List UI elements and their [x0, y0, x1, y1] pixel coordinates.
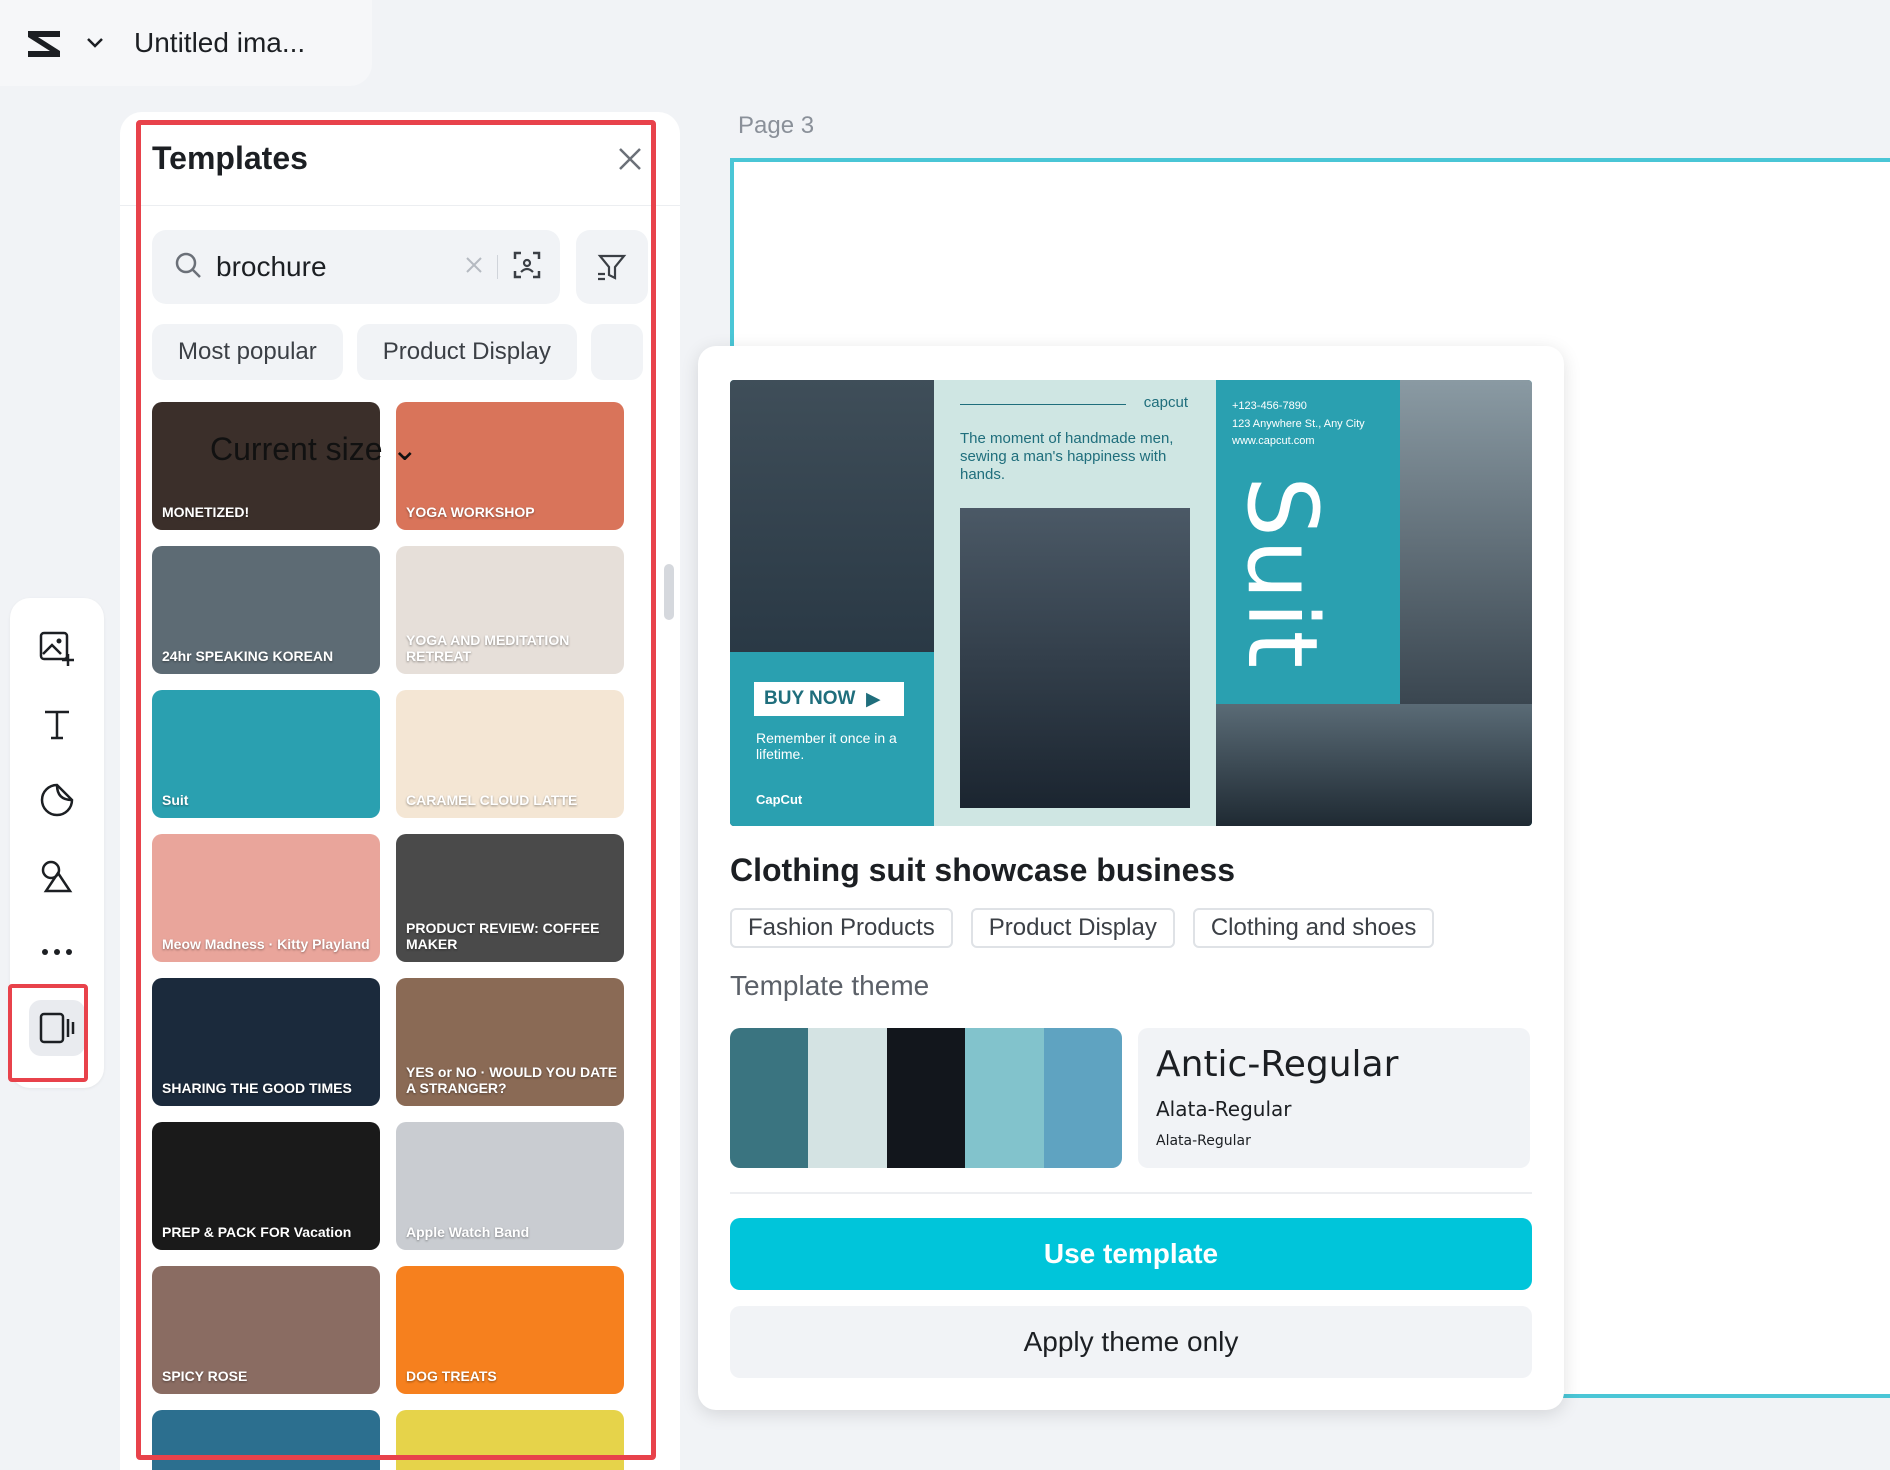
- theme-swatch: [730, 1028, 809, 1168]
- preview-tagline: The moment of handmade men, sewing a man…: [960, 430, 1174, 483]
- preview-rule: [960, 404, 1126, 405]
- template-thumbnail[interactable]: LUMINARY NEWEST · 20% · SALE: [396, 1410, 624, 1470]
- buy-now-text: BUY NOW: [764, 688, 856, 709]
- template-thumbnail[interactable]: YES or NO · WOULD YOU DATE A STRANGER?: [396, 978, 624, 1106]
- template-thumbnail-label: YOGA AND MEDITATION RETREAT: [406, 632, 570, 664]
- document-title[interactable]: Untitled ima...: [134, 27, 305, 59]
- template-thumbnail-label: SPICY ROSE: [162, 1367, 248, 1384]
- template-thumbnail-label: PREP & PACK FOR Vacation: [162, 1223, 352, 1240]
- template-title: Clothing suit showcase business: [730, 852, 1235, 888]
- theme-swatch: [965, 1028, 1044, 1168]
- panel-header: Templates: [120, 112, 680, 206]
- top-bar: Untitled ima...: [0, 0, 372, 86]
- tag-clothing-and-shoes[interactable]: Clothing and shoes: [1192, 908, 1435, 948]
- template-thumbnail-label: MONETIZED!: [162, 503, 250, 520]
- template-theme-label: Template theme: [730, 970, 930, 1001]
- template-thumbnail[interactable]: Apple Watch Band: [396, 1122, 624, 1250]
- contact-address: 123 Anywhere St., Any City: [1232, 417, 1365, 430]
- template-thumbnail[interactable]: DOG TREATS: [396, 1266, 624, 1394]
- theme-fonts[interactable]: Antic-Regular Alata-Regular Alata-Regula…: [1138, 1028, 1530, 1168]
- tag-product-display[interactable]: Product Display: [970, 908, 1175, 948]
- template-thumbnail[interactable]: Catch the lead: [152, 1410, 380, 1470]
- current-size-dropdown[interactable]: Current size ⌄: [210, 430, 418, 468]
- filter-icon[interactable]: [576, 230, 648, 304]
- template-preview-popover: BUY NOW ▶ Remember it once in a lifetime…: [698, 346, 1564, 1410]
- text-icon[interactable]: [29, 696, 85, 752]
- theme-swatch: [1043, 1028, 1122, 1168]
- theme-color-palette[interactable]: [730, 1028, 1122, 1168]
- template-thumbnail[interactable]: Meow Madness · Kitty Playland: [152, 834, 380, 962]
- separator: [497, 255, 498, 279]
- preview-suit-word: Suit: [1226, 476, 1338, 671]
- chip-product-display[interactable]: Product Display: [356, 324, 577, 380]
- search-value[interactable]: brochure: [216, 251, 465, 283]
- template-thumbnail[interactable]: Suit: [152, 690, 380, 818]
- template-thumbnail-label: Meow Madness · Kitty Playland: [162, 935, 370, 952]
- template-thumbnail-label: Apple Watch Band: [406, 1223, 530, 1240]
- template-thumbnail-label: YES or NO · WOULD YOU DATE A STRANGER?: [406, 1064, 618, 1096]
- preview-photo-4: [1216, 704, 1532, 826]
- template-thumbnail[interactable]: YOGA AND MEDITATION RETREAT: [396, 546, 624, 674]
- tag-fashion-products[interactable]: Fashion Products: [730, 908, 953, 948]
- use-template-button[interactable]: Use template: [730, 1218, 1532, 1290]
- panel-title: Templates: [152, 140, 308, 176]
- current-size-label: Current size: [210, 431, 383, 467]
- template-thumbnail-label: YOGA WORKSHOP: [406, 503, 535, 520]
- category-chips: Most popular Product Display: [152, 324, 652, 380]
- template-thumbnail[interactable]: PRODUCT REVIEW: COFFEE MAKER: [396, 834, 624, 962]
- template-preview-image: BUY NOW ▶ Remember it once in a lifetime…: [730, 380, 1532, 826]
- panel-scrollbar[interactable]: [664, 564, 674, 620]
- search-input[interactable]: brochure: [152, 230, 560, 304]
- template-thumbnail-label: DOG TREATS: [406, 1367, 497, 1384]
- left-toolbar: [10, 598, 104, 1088]
- chevron-down-icon[interactable]: [80, 28, 110, 58]
- template-thumbnail-label: PRODUCT REVIEW: COFFEE MAKER: [406, 920, 600, 952]
- font-secondary: Alata-Regular: [1156, 1097, 1292, 1121]
- divider: [730, 1192, 1532, 1194]
- preview-buy-now: BUY NOW ▶: [754, 682, 904, 716]
- preview-photo-3: [1400, 380, 1532, 704]
- template-thumbnail[interactable]: CARAMEL CLOUD LATTE: [396, 690, 624, 818]
- chip-most-popular[interactable]: Most popular: [152, 324, 343, 380]
- theme-swatch: [808, 1028, 887, 1168]
- preview-middle-panel: capcut The moment of handmade men, sewin…: [934, 380, 1216, 826]
- template-thumbnail[interactable]: SPICY ROSE: [152, 1266, 380, 1394]
- contact-web: www.capcut.com: [1232, 435, 1315, 448]
- search-icon: [174, 251, 202, 284]
- clear-icon[interactable]: [465, 256, 483, 279]
- add-image-icon[interactable]: [29, 620, 85, 676]
- page-label: Page 3: [738, 112, 815, 139]
- templates-icon[interactable]: [29, 1000, 85, 1056]
- preview-capcut-top: capcut: [1143, 394, 1188, 411]
- contact-phone: +123-456-7890: [1232, 400, 1307, 412]
- template-tags: Fashion Products Product Display Clothin…: [730, 908, 1435, 948]
- shapes-icon[interactable]: [29, 848, 85, 904]
- template-thumbnail-label: SHARING THE GOOD TIMES: [162, 1079, 352, 1096]
- preview-suit-panel: +123-456-7890 123 Anywhere St., Any City…: [1216, 380, 1400, 704]
- apply-theme-only-button[interactable]: Apply theme only: [730, 1306, 1532, 1378]
- font-primary: Antic-Regular: [1156, 1044, 1399, 1085]
- more-icon[interactable]: [29, 924, 85, 980]
- templates-panel: Templates brochure Most popular Product …: [120, 112, 680, 1470]
- capcut-logo-icon[interactable]: [22, 21, 66, 65]
- chip-more[interactable]: [590, 324, 643, 380]
- template-thumbnail-label: 24hr SPEAKING KOREAN: [162, 647, 334, 664]
- preview-remember: Remember it once in a lifetime.: [756, 730, 897, 762]
- template-thumbnail-label: Suit: [162, 791, 189, 808]
- close-icon[interactable]: [610, 139, 650, 179]
- template-thumbnail[interactable]: 24hr SPEAKING KOREAN: [152, 546, 380, 674]
- template-thumbnail[interactable]: PREP & PACK FOR Vacation: [152, 1122, 380, 1250]
- image-search-icon[interactable]: [512, 250, 542, 285]
- template-thumbnail[interactable]: YOGA WORKSHOP: [396, 402, 624, 530]
- preview-photo-2: [960, 508, 1190, 808]
- template-grid: MONETIZED! YOGA WORKSHOP 24hr SPEAKING KOR…: [152, 402, 624, 1470]
- sticker-icon[interactable]: [29, 772, 85, 828]
- preview-brand: CapCut: [756, 792, 803, 807]
- theme-swatch: [886, 1028, 966, 1168]
- font-tertiary: Alata-Regular: [1156, 1133, 1251, 1149]
- template-thumbnail-label: CARAMEL CLOUD LATTE: [406, 791, 578, 808]
- template-thumbnail[interactable]: SHARING THE GOOD TIMES: [152, 978, 380, 1106]
- preview-contact: +123-456-7890 123 Anywhere St., Any City…: [1232, 398, 1365, 451]
